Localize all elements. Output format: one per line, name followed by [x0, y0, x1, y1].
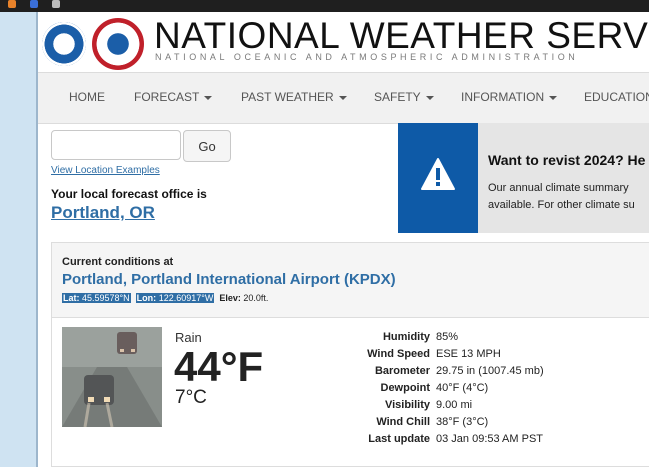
- elev-label: Elev:: [219, 293, 241, 303]
- forecast-office-link[interactable]: Portland, OR: [51, 203, 155, 223]
- forecast-office-label: Your local forecast office is: [51, 187, 207, 201]
- nav-forecast[interactable]: FORECAST: [134, 90, 213, 104]
- nav-past-weather[interactable]: PAST WEATHER: [241, 90, 347, 104]
- left-pane: [0, 12, 36, 467]
- detail-label: Last update: [368, 433, 430, 445]
- detail-row: Barometer 29.75 in (1007.45 mb): [312, 363, 544, 380]
- nav-safety[interactable]: SAFETY: [374, 90, 434, 104]
- latitude: Lat: 45.59578°N: [62, 293, 131, 303]
- rainy-road-image: [62, 327, 162, 427]
- detail-label: Humidity: [382, 331, 430, 343]
- location-search-input[interactable]: [51, 130, 181, 160]
- lon-label: Lon:: [136, 293, 157, 303]
- detail-row: Visibility 9.00 mi: [312, 397, 544, 414]
- current-conditions-header: Current conditions at Portland, Portland…: [52, 243, 649, 318]
- banner-text: Our annual climate summary available. Fo…: [488, 180, 635, 214]
- location-examples-link[interactable]: View Location Examples: [51, 165, 160, 176]
- nav-label: FORECAST: [134, 90, 200, 104]
- conditions-details-table: Humidity 85% Wind Speed ESE 13 MPH Baromet…: [312, 329, 544, 448]
- detail-row: Wind Chill 38°F (3°C): [312, 414, 544, 431]
- banner-text-line: Our annual climate summary: [488, 182, 629, 194]
- detail-value: 40°F (4°C): [436, 382, 489, 394]
- detail-value: 29.75 in (1007.45 mb): [436, 365, 544, 377]
- bookmarks-bar: [0, 0, 649, 12]
- climate-banner[interactable]: Want to revist 2024? He Our annual clima…: [398, 123, 649, 233]
- bookmark-item: [51, 0, 63, 8]
- banner-title: Want to revist 2024? He: [488, 152, 646, 168]
- noaa-logo[interactable]: [42, 22, 86, 66]
- station-coordinates: Lat: 45.59578°N Lon: 122.60917°W Elev: 2…: [62, 293, 268, 303]
- nav-label: INFORMATION: [461, 90, 545, 104]
- elev-value: 20.0ft.: [243, 293, 269, 303]
- banner-icon-box: [398, 123, 478, 233]
- chevron-down-icon: [204, 95, 213, 100]
- detail-value: 38°F (3°C): [436, 416, 489, 428]
- weather-camera-image: [62, 327, 162, 427]
- bookmark-icon: [29, 0, 38, 8]
- detail-value: 03 Jan 09:53 AM PST: [436, 433, 544, 445]
- warning-triangle-icon: [421, 158, 455, 190]
- temperature-c: 7°C: [175, 387, 207, 408]
- site-subtitle: NATIONAL OCEANIC AND ATMOSPHERIC ADMINIS…: [155, 52, 579, 62]
- current-conditions-panel: Current conditions at Portland, Portland…: [51, 242, 649, 467]
- detail-label: Wind Speed: [367, 348, 430, 360]
- go-button[interactable]: Go: [183, 130, 231, 162]
- detail-label: Visibility: [384, 399, 430, 411]
- current-conditions-label: Current conditions at: [62, 256, 174, 268]
- chevron-down-icon: [338, 95, 347, 100]
- bookmark-icon: [8, 0, 16, 8]
- lat-value: 45.59578°N: [82, 293, 130, 303]
- detail-row: Dewpoint 40°F (4°C): [312, 380, 544, 397]
- nav-education[interactable]: EDUCATION: [584, 90, 649, 104]
- detail-label: Barometer: [374, 365, 430, 377]
- nav-label: PAST WEATHER: [241, 90, 334, 104]
- detail-row: Last update 03 Jan 09:53 AM PST: [312, 431, 544, 448]
- bookmark-icon: [51, 0, 60, 8]
- detail-row: Humidity 85%: [312, 329, 544, 346]
- main-nav: HOME FORECAST PAST WEATHER SAFETY INFORM…: [38, 72, 649, 124]
- detail-value: 9.00 mi: [436, 399, 473, 411]
- site-header: NATIONAL WEATHER SERVICE NATIONAL OCEANI…: [38, 12, 649, 72]
- nws-logo[interactable]: [92, 18, 144, 70]
- detail-row: Wind Speed ESE 13 MPH: [312, 346, 544, 363]
- nav-label: SAFETY: [374, 90, 421, 104]
- temperature-f: 44°F: [174, 343, 264, 390]
- detail-value: ESE 13 MPH: [436, 348, 501, 360]
- nav-label: HOME: [69, 90, 105, 104]
- bookmark-item: [29, 0, 41, 8]
- detail-label: Dewpoint: [380, 382, 431, 394]
- bookmark-item: [8, 0, 19, 8]
- station-name[interactable]: Portland, Portland International Airport…: [62, 271, 396, 288]
- banner-text-line: available. For other climate su: [488, 199, 635, 211]
- nav-home[interactable]: HOME: [69, 90, 105, 104]
- nav-information[interactable]: INFORMATION: [461, 90, 558, 104]
- lon-value: 122.60917°W: [158, 293, 214, 303]
- nav-label: EDUCATION: [584, 90, 649, 104]
- detail-label: Wind Chill: [376, 416, 430, 428]
- longitude: Lon: 122.60917°W: [135, 293, 215, 303]
- page: NATIONAL WEATHER SERVICE NATIONAL OCEANI…: [38, 12, 649, 467]
- detail-value: 85%: [436, 331, 459, 343]
- chevron-down-icon: [549, 95, 558, 100]
- chevron-down-icon: [425, 95, 434, 100]
- lat-label: Lat:: [63, 293, 80, 303]
